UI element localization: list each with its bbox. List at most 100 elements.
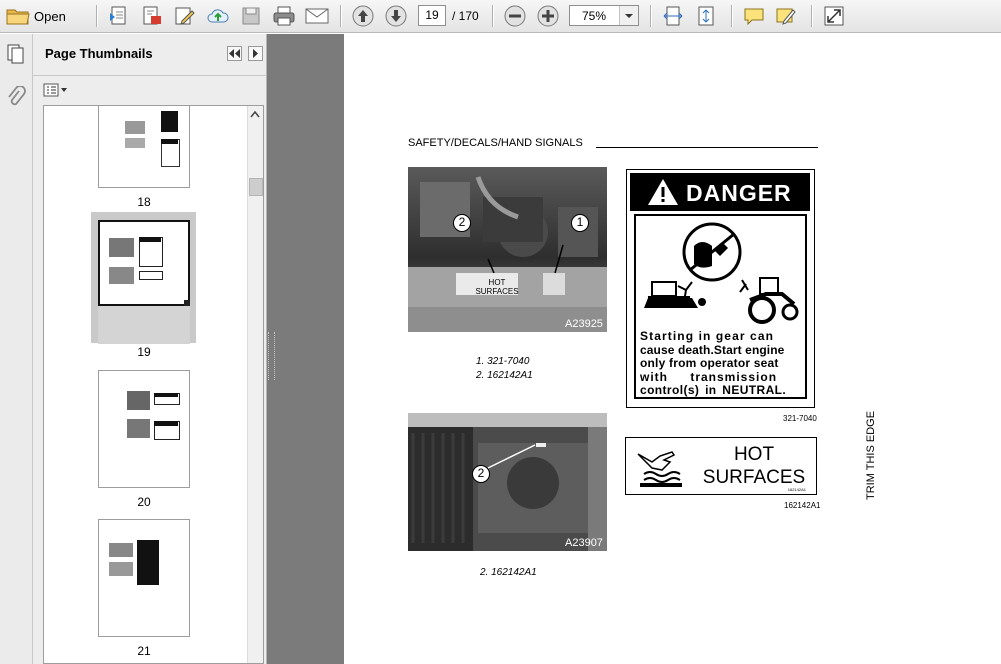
pages-icon (7, 44, 24, 64)
danger-line: control(s) in NEUTRAL. (640, 383, 787, 397)
header-rule (596, 147, 818, 148)
document-page: SAFETY/DECALS/HAND SIGNALS HOT SURFACES (344, 34, 1001, 664)
engine-photo-image (408, 413, 607, 551)
toolbar-separator (731, 5, 733, 27)
hot-surfaces-decal: HOT SURFACES 162142A1 (625, 437, 817, 495)
caption-line: 2. 162142A1 (480, 567, 537, 578)
page-total: / 170 (452, 9, 479, 23)
zoom-select[interactable]: 75% (569, 5, 639, 26)
thumbnail-page-18[interactable] (98, 106, 190, 188)
danger-header: DANGER (630, 173, 810, 211)
highlighter-icon (776, 8, 796, 25)
danger-decal: DANGER Starting in gear can cause death.… (626, 169, 815, 408)
panel-divider (33, 75, 266, 76)
expand-panel-button[interactable] (248, 46, 263, 61)
photo-code: A23925 (565, 318, 603, 330)
chevron-right-icon (253, 49, 258, 58)
engine-photo-1: HOT SURFACES 2 1 A23925 (408, 167, 607, 332)
fit-width-icon (663, 6, 683, 26)
edit-button[interactable] (173, 4, 197, 28)
panel-title: Page Thumbnails (45, 46, 153, 61)
page-header: SAFETY/DECALS/HAND SIGNALS (408, 137, 583, 149)
callout-2: 2 (472, 465, 490, 483)
speech-bubble-icon (744, 8, 764, 26)
printer-icon (273, 6, 295, 26)
open-label: Open (34, 8, 66, 24)
thumbnail-page-21[interactable] (98, 519, 190, 637)
page-thumbnails-panel: Page Thumbnails 18 19 20 21 (33, 34, 267, 664)
hot-label-line2: SURFACES (475, 287, 519, 296)
danger-decal-number: 321-7040 (783, 414, 817, 423)
thumbnail-label: 20 (137, 495, 151, 509)
viewer-gutter (267, 34, 344, 664)
danger-line: cause death.Start engine (640, 342, 785, 357)
upload-button[interactable] (205, 4, 231, 28)
toolbar-separator (650, 5, 652, 27)
zoom-dropdown[interactable] (619, 6, 638, 25)
warning-triangle-icon (648, 179, 678, 205)
hot-decal-small-code: 162142A1 (787, 487, 806, 492)
thumbnail-scrollbar[interactable] (247, 106, 263, 663)
zoom-in-button[interactable] (535, 4, 561, 28)
open-button[interactable]: Open (6, 4, 78, 28)
callout-1: 1 (571, 214, 589, 232)
double-chevron-left-icon (229, 49, 240, 58)
caption-line: 2. 162142A1 (476, 370, 533, 381)
scroll-up-icon (250, 110, 260, 118)
create-pdf-button[interactable] (107, 4, 131, 28)
thumbnail-options-button[interactable] (43, 82, 69, 98)
save-icon (242, 7, 260, 25)
comment-button[interactable] (741, 4, 767, 28)
chevron-down-icon (625, 14, 633, 18)
export-pdf-button[interactable] (140, 4, 164, 28)
previous-page-button[interactable] (350, 4, 376, 28)
fit-page-button[interactable] (693, 4, 719, 28)
burning-hand-icon (637, 451, 682, 487)
thumbnail-page-20[interactable] (98, 370, 190, 488)
highlight-button[interactable] (773, 4, 799, 28)
folder-icon (6, 9, 30, 25)
thumbnail-page-19[interactable] (98, 220, 190, 344)
next-page-button[interactable] (383, 4, 409, 28)
danger-line: Starting in gear can (640, 329, 775, 343)
thumbnail-label: 19 (137, 345, 151, 359)
danger-heading: DANGER (686, 180, 792, 206)
hot-line2: SURFACES (702, 467, 806, 488)
scrollbar-thumb[interactable] (249, 178, 263, 196)
no-start-pictogram-icon (644, 222, 799, 324)
email-button[interactable] (304, 4, 330, 28)
page-number-input[interactable]: 19 (418, 5, 446, 26)
caption-line: 1. 321-7040 (476, 356, 530, 367)
save-button[interactable] (239, 4, 263, 28)
photo-code: A23907 (565, 537, 603, 549)
cloud-upload-icon (207, 9, 229, 23)
thumbnail-list: 18 19 20 21 (43, 105, 264, 664)
page-thumbnails-tab[interactable] (6, 43, 26, 68)
thumbnail-label: 21 (137, 644, 151, 658)
plus-circle-icon (537, 5, 559, 27)
pencil-icon (175, 7, 195, 25)
fit-width-button[interactable] (660, 4, 686, 28)
minus-circle-icon (504, 5, 526, 27)
hot-surfaces-text: HOT SURFACES (698, 443, 810, 489)
attachments-tab[interactable] (6, 85, 26, 113)
envelope-icon (305, 8, 329, 24)
collapse-panel-button[interactable] (227, 46, 242, 61)
danger-line: with transmission (640, 369, 778, 384)
create-pdf-icon (110, 6, 126, 25)
danger-body: Starting in gear can cause death.Start e… (634, 214, 807, 399)
toolbar-separator (811, 5, 813, 27)
main-toolbar: Open 19 / 170 75% (0, 0, 1001, 33)
options-list-icon (43, 83, 67, 97)
danger-line: only from operator seat (640, 356, 779, 370)
zoom-out-button[interactable] (502, 4, 528, 28)
hot-decal-number: 162142A1 (784, 501, 821, 510)
full-screen-button[interactable] (821, 4, 847, 28)
toolbar-separator (340, 5, 342, 27)
panel-resize-handle[interactable] (268, 332, 275, 380)
callout-2: 2 (453, 214, 471, 232)
trim-edge-label: TRIM THIS EDGE (865, 410, 877, 500)
print-button[interactable] (271, 4, 297, 28)
expand-icon (824, 6, 844, 26)
hot-line1: HOT (733, 444, 775, 465)
